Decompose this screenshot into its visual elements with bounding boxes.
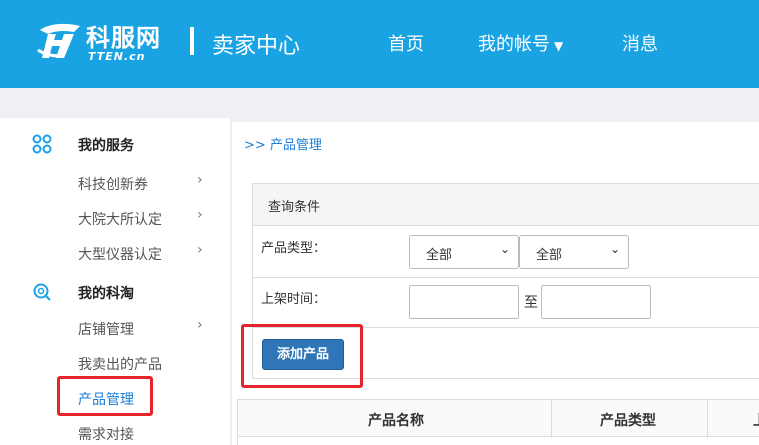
breadcrumb[interactable]: >> 产品管理 [244, 134, 322, 153]
header-bar: 科服网 TTEN.cn 卖家中心 首页 我的帐号 ▼ 消息 [0, 0, 759, 88]
sidebar-section-ketao: 我的科淘 [0, 278, 230, 308]
divider [253, 277, 759, 278]
sidebar-item-instrument-cert[interactable]: 大型仪器认定 [78, 244, 162, 264]
query-panel-header: 查询条件 [253, 184, 759, 226]
column-divider [707, 400, 708, 438]
nav-home[interactable]: 首页 [388, 30, 424, 56]
caret-down-icon: ▼ [554, 39, 564, 53]
nav-account[interactable]: 我的帐号 ▼ [478, 30, 563, 56]
listing-time-label: 上架时间： [261, 292, 327, 307]
header-divider [190, 27, 194, 55]
listing-time-to-input[interactable] [541, 285, 651, 319]
page-title: 卖家中心 [212, 34, 301, 59]
chevron-right-icon: › [197, 242, 203, 258]
column-header-name[interactable]: 产品名称 [368, 410, 424, 430]
nav-account-label: 我的帐号 [478, 34, 550, 55]
site-logo[interactable]: 科服网 TTEN.cn [34, 18, 174, 68]
chevron-right-icon: › [197, 207, 203, 223]
sidebar-item-institute-cert[interactable]: 大院大所认定 [78, 209, 162, 229]
column-header-partial[interactable]: 上 [753, 410, 759, 430]
table-body [237, 437, 759, 445]
sidebar-item-tech-voucher[interactable]: 科技创新券 [78, 174, 148, 194]
listing-time-from-input[interactable] [409, 285, 519, 319]
sidebar-item-shop-manage[interactable]: 店铺管理 [78, 319, 134, 339]
query-panel-title: 查询条件 [268, 200, 321, 215]
grid-icon [32, 134, 52, 154]
highlight-box [57, 376, 153, 416]
sidebar-section-services: 我的服务 [0, 130, 230, 160]
to-label: 至 [524, 295, 538, 311]
sidebar-section-label: 我的科淘 [78, 286, 134, 302]
chevron-right-icon: › [197, 172, 203, 188]
logo-icon [37, 23, 80, 58]
product-type-select-2[interactable]: 全部 ⌄ [519, 235, 629, 269]
product-type-label: 产品类型： [261, 241, 327, 256]
product-type-select-1[interactable]: 全部 ⌄ [409, 235, 519, 269]
sidebar-item-sold-products[interactable]: 我卖出的产品 [78, 354, 162, 374]
nav-messages[interactable]: 消息 [622, 30, 658, 56]
highlight-box [241, 324, 363, 388]
chevron-right-icon: › [197, 317, 203, 333]
column-header-type[interactable]: 产品类型 [600, 410, 656, 430]
sidebar-item-demand-match[interactable]: 需求对接 [78, 424, 134, 444]
select-value: 全部 [536, 248, 563, 263]
search-globe-icon [33, 283, 51, 301]
chevron-down-icon: ⌄ [499, 242, 510, 256]
sidebar-section-label: 我的服务 [78, 138, 134, 154]
table-header: 产品名称 产品类型 上 [237, 399, 759, 438]
logo-subtext: TTEN.cn [88, 50, 146, 63]
column-divider [551, 400, 552, 438]
select-value: 全部 [426, 248, 453, 263]
main-content: >> 产品管理 查询条件 产品类型： 全部 ⌄ 全部 ⌄ 上架时间： 至 添加产… [232, 122, 759, 445]
logo-text: 科服网 [86, 24, 161, 52]
chevron-down-icon: ⌄ [609, 242, 620, 256]
